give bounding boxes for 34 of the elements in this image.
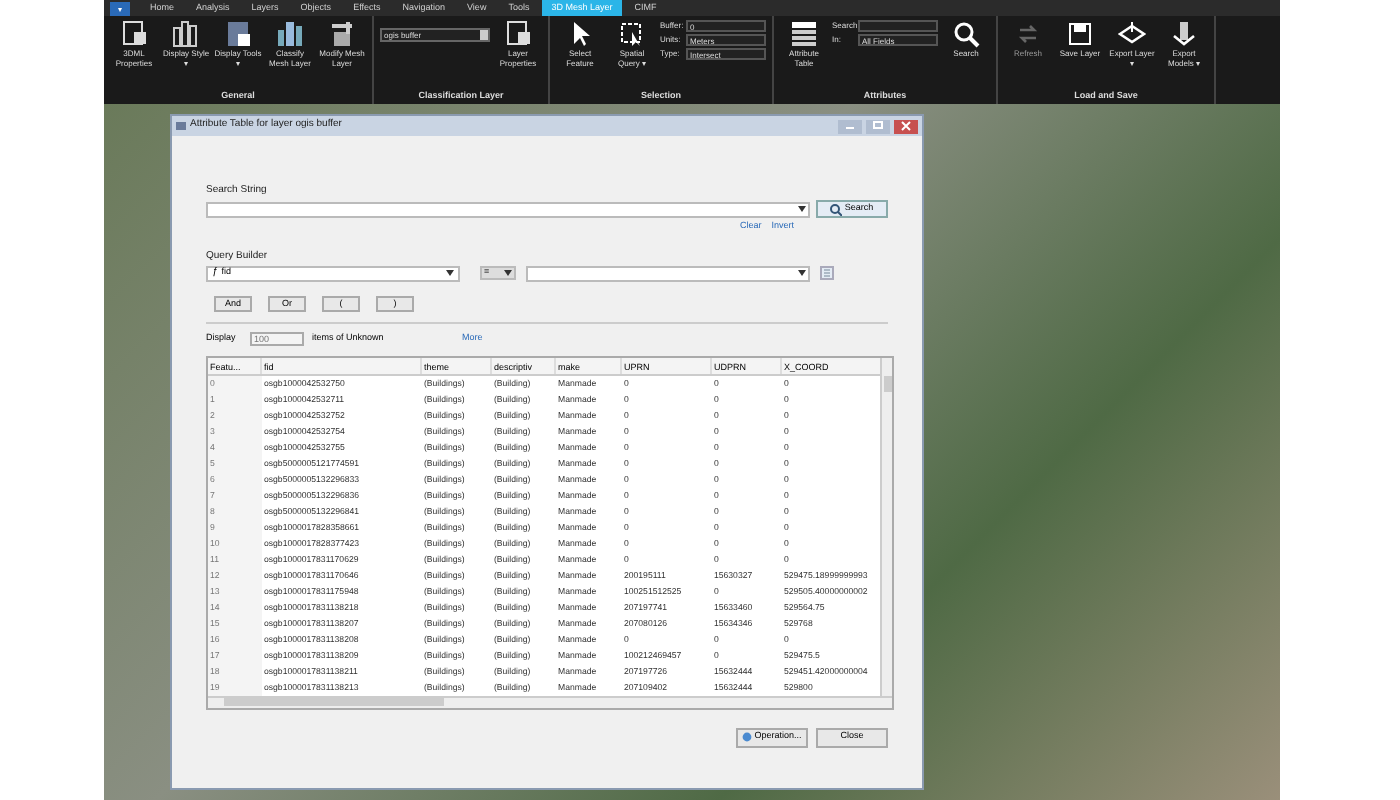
layer-arrow-icon: [1118, 20, 1146, 48]
search-icon: [952, 20, 980, 48]
columns-icon: [172, 20, 200, 48]
crane-icon: [328, 20, 356, 48]
dropdown-arrow-icon: [798, 206, 806, 212]
value-dropdown[interactable]: [526, 265, 810, 282]
maximize-icon: [872, 120, 884, 132]
close-button[interactable]: [894, 119, 918, 133]
maximize-button[interactable]: [866, 119, 890, 133]
search-icon: [830, 203, 843, 215]
dropdown-arrow-icon: [504, 270, 512, 277]
selection-icon: [618, 20, 646, 48]
window-icon: [176, 122, 186, 130]
save-icon: [1066, 20, 1094, 48]
minimize-button[interactable]: [838, 119, 862, 133]
download-icon: [1170, 20, 1198, 48]
list-icon: [822, 268, 832, 279]
scroll-thumb[interactable]: [883, 375, 891, 392]
table-icon: [790, 20, 818, 48]
search-string-field[interactable]: [206, 201, 810, 217]
scroll-thumb[interactable]: [224, 698, 444, 707]
close-icon: [900, 120, 912, 132]
document-icon: [504, 20, 532, 48]
globe-icon: [742, 732, 753, 743]
refresh-arrows-icon: [1014, 20, 1042, 48]
add-button[interactable]: [820, 266, 834, 281]
input-field[interactable]: [858, 20, 938, 32]
dropdown-arrow-icon: [446, 270, 454, 277]
horizontal-scrollbar[interactable]: [208, 695, 892, 708]
dropdown-arrow-icon: [798, 270, 806, 277]
panel-icon: [224, 20, 252, 48]
document-icon: [120, 20, 148, 48]
buildings-icon: [276, 20, 304, 48]
vertical-scrollbar[interactable]: [880, 357, 892, 696]
